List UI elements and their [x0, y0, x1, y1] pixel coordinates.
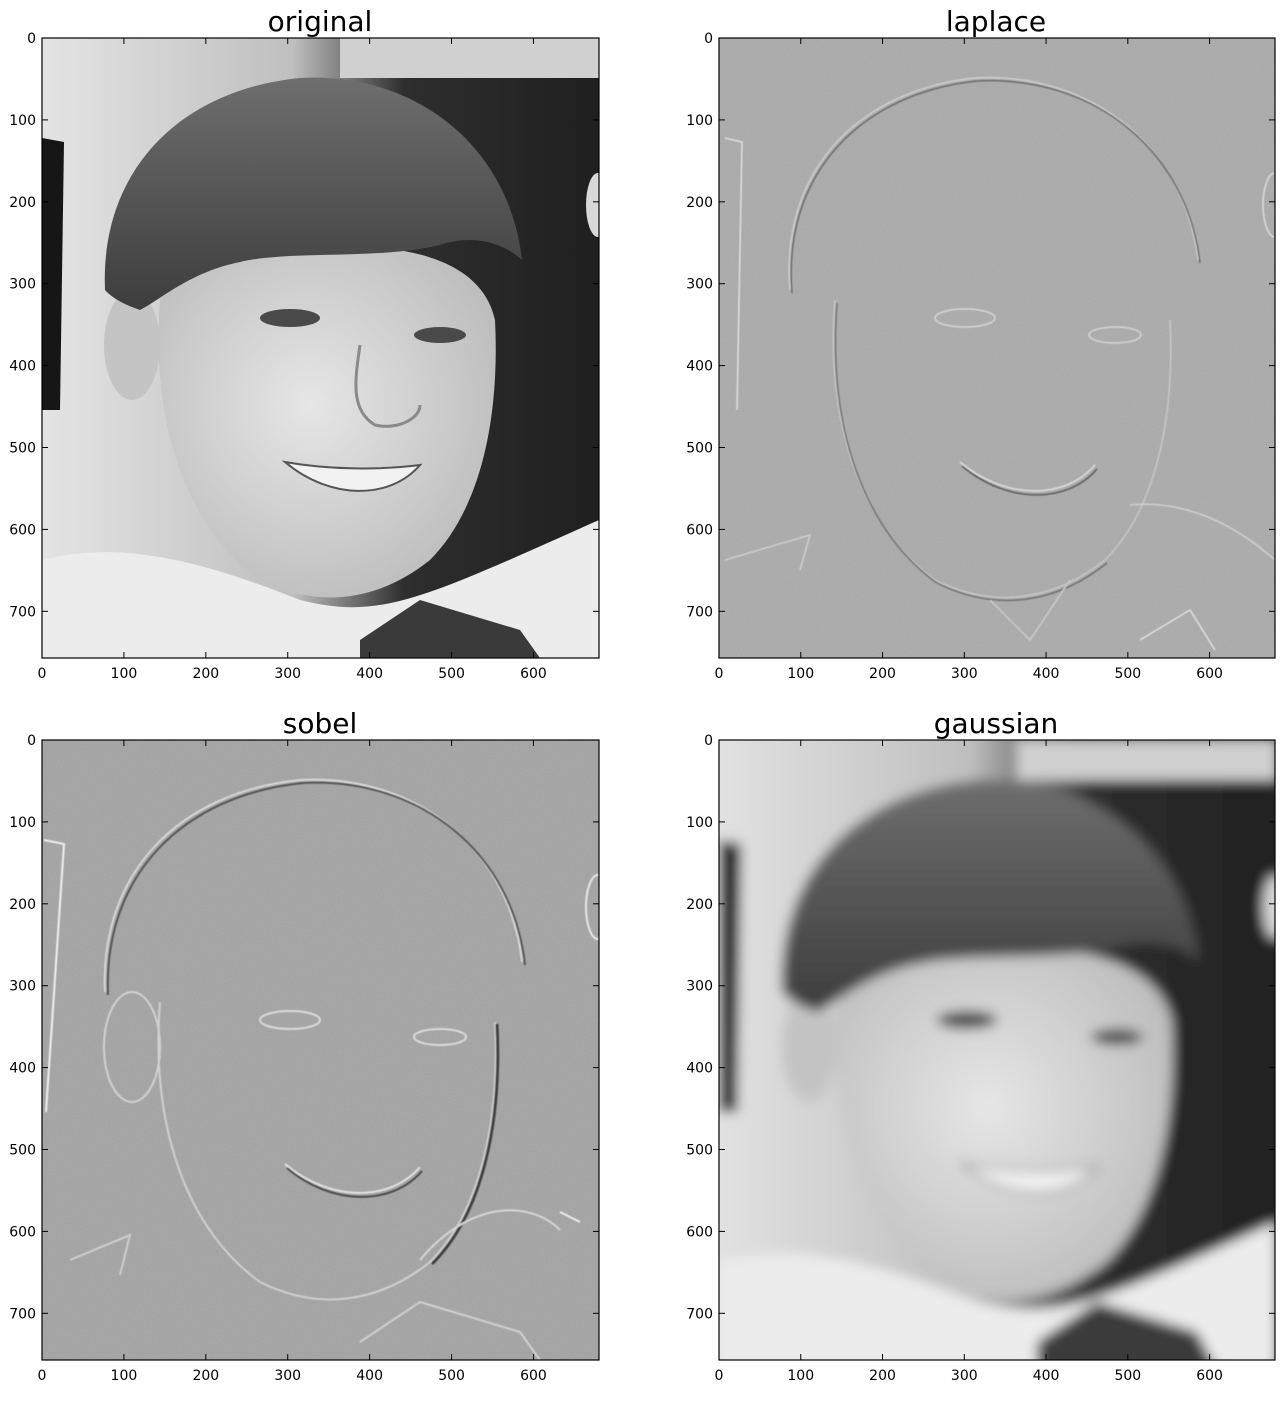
- y-tick-label: 200: [686, 195, 713, 211]
- y-tick-label: 300: [686, 277, 713, 293]
- y-tick-label: 400: [9, 1061, 36, 1077]
- x-tick-label: 500: [438, 1368, 465, 1384]
- y-tick-label: 500: [9, 1143, 36, 1159]
- y-tick-label: 300: [9, 277, 36, 293]
- x-tick-label: 100: [787, 1368, 814, 1384]
- y-tick-label: 700: [9, 604, 36, 620]
- y-tick-label: 200: [9, 897, 36, 913]
- y-tick-label: 600: [686, 1224, 713, 1240]
- photo-laplace: [719, 38, 1275, 658]
- panel-laplace: laplace 0 100 200 300 400 500 600 010020…: [686, 5, 1276, 682]
- panel-title: original: [268, 5, 373, 38]
- x-tick-label: 600: [1196, 666, 1223, 682]
- photo-gaussian: [719, 740, 1275, 1360]
- y-tick-label: 700: [686, 604, 713, 620]
- x-tick-label: 400: [356, 1368, 383, 1384]
- y-tick-label: 700: [686, 1306, 713, 1322]
- y-tick-label: 100: [686, 815, 713, 831]
- photo-sobel: [42, 740, 599, 1360]
- x-tick-label: 0: [38, 666, 47, 682]
- x-tick-label: 200: [192, 1368, 219, 1384]
- y-tick-label: 100: [9, 113, 36, 129]
- x-tick-label: 100: [787, 666, 814, 682]
- panel-gaussian: gaussian 0 100 200 300 400 500 600 01002…: [686, 707, 1276, 1384]
- y-tick-label: 0: [27, 733, 36, 749]
- panel-title: sobel: [283, 707, 358, 740]
- y-tick-label: 300: [9, 979, 36, 995]
- panel-sobel: sobel 0 100 200 300 400 500 600 01002003…: [9, 707, 600, 1384]
- panel-original: original 0 100 200 300 400 500 600 0 100 200 300: [9, 5, 600, 682]
- x-tick-label: 0: [715, 666, 724, 682]
- photo-original: [42, 38, 599, 658]
- x-tick-label: 400: [1033, 666, 1060, 682]
- x-tick-label: 200: [869, 1368, 896, 1384]
- y-tick-label: 0: [27, 31, 36, 47]
- x-tick-label: 0: [38, 1368, 47, 1384]
- x-tick-label: 500: [438, 666, 465, 682]
- figure: original 0 100 200 300 400 500 600 0 100 200 300: [9, 5, 1276, 1384]
- y-tick-label: 100: [686, 113, 713, 129]
- x-tick-label: 500: [1114, 666, 1141, 682]
- y-tick-label: 500: [9, 441, 36, 457]
- x-tick-label: 600: [520, 1368, 547, 1384]
- x-tick-label: 600: [1196, 1368, 1223, 1384]
- y-tick-label: 600: [686, 522, 713, 538]
- y-tick-label: 700: [9, 1306, 36, 1322]
- y-tick-label: 600: [9, 522, 36, 538]
- y-tick-label: 100: [9, 815, 36, 831]
- x-tick-label: 300: [951, 666, 978, 682]
- panel-title: laplace: [946, 5, 1046, 38]
- x-tick-label: 100: [111, 1368, 138, 1384]
- x-tick-label: 100: [111, 666, 138, 682]
- x-tick-label: 200: [192, 666, 219, 682]
- x-tick-label: 500: [1114, 1368, 1141, 1384]
- x-tick-label: 400: [356, 666, 383, 682]
- y-tick-label: 600: [9, 1224, 36, 1240]
- y-tick-label: 200: [9, 195, 36, 211]
- y-tick-label: 400: [686, 1061, 713, 1077]
- y-tick-label: 0: [704, 31, 713, 47]
- x-tick-label: 0: [715, 1368, 724, 1384]
- x-tick-label: 300: [274, 1368, 301, 1384]
- x-tick-label: 200: [869, 666, 896, 682]
- y-tick-label: 500: [686, 1143, 713, 1159]
- y-tick-label: 400: [9, 359, 36, 375]
- y-tick-label: 0: [704, 733, 713, 749]
- x-tick-label: 400: [1033, 1368, 1060, 1384]
- y-tick-label: 500: [686, 441, 713, 457]
- y-tick-label: 300: [686, 979, 713, 995]
- y-tick-label: 200: [686, 897, 713, 913]
- panel-title: gaussian: [934, 707, 1059, 740]
- x-tick-label: 300: [274, 666, 301, 682]
- y-tick-label: 400: [686, 359, 713, 375]
- x-tick-label: 600: [520, 666, 547, 682]
- x-tick-label: 300: [951, 1368, 978, 1384]
